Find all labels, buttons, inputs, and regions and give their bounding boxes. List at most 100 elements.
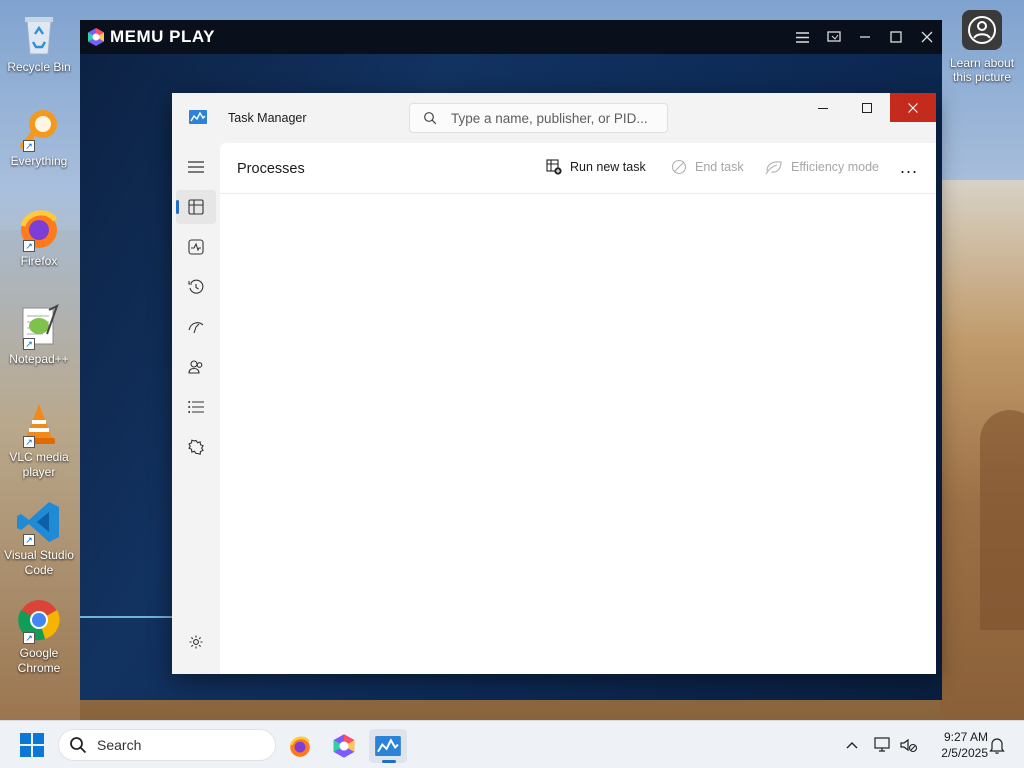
- shortcut-arrow-icon: ↗: [23, 632, 35, 644]
- tray-network[interactable]: [871, 733, 895, 757]
- memu-screen-button[interactable]: [818, 20, 849, 54]
- vscode-icon: ↗: [15, 498, 63, 546]
- startup-icon: [188, 322, 204, 334]
- more-icon: ...: [900, 157, 919, 177]
- memu-screen-streak: [80, 616, 175, 618]
- nav-settings-button[interactable]: [176, 625, 216, 659]
- desktop-icon-label: Notepad++: [9, 352, 69, 366]
- sound-muted-icon: [900, 738, 918, 753]
- nav-users[interactable]: [176, 350, 216, 384]
- memu-maximize-button[interactable]: [880, 20, 911, 54]
- run-new-task-button[interactable]: Run new task: [546, 159, 646, 175]
- efficiency-mode-button[interactable]: Efficiency mode: [765, 159, 879, 175]
- chevron-up-icon: [846, 742, 858, 749]
- memu-hex-icon: [88, 28, 104, 46]
- desktop-icon-vlc[interactable]: ↗ VLC media player: [0, 400, 78, 480]
- nav-performance[interactable]: [176, 230, 216, 264]
- tm-minimize-button[interactable]: [800, 93, 846, 122]
- memu-close-button[interactable]: [911, 20, 942, 54]
- screen-record-icon: [826, 31, 841, 42]
- processes-toolbar: Processes Run new task End task Efficien…: [220, 143, 936, 194]
- nav-hamburger[interactable]: [176, 150, 216, 184]
- performance-icon: [188, 239, 204, 255]
- menu-icon: [796, 31, 809, 43]
- leaf-icon: [765, 161, 782, 175]
- shortcut-arrow-icon: ↗: [23, 140, 35, 152]
- maximize-icon: [889, 31, 902, 43]
- minimize-icon: [859, 36, 870, 38]
- taskbar-firefox[interactable]: [281, 729, 319, 763]
- desktop-icon-label: Recycle Bin: [7, 60, 71, 74]
- task-manager-icon: [375, 736, 401, 756]
- taskbar: Search 9:27 AM 2/5/2025: [0, 720, 1024, 768]
- process-search-input[interactable]: [451, 110, 661, 126]
- memu-titlebar[interactable]: MEMU PLAY: [80, 20, 942, 54]
- clock-time: 9:27 AM: [943, 730, 988, 744]
- wallpaper-bridge-arch: [980, 410, 1024, 630]
- taskbar-memu[interactable]: [325, 729, 363, 763]
- notifications-button[interactable]: [985, 733, 1009, 757]
- process-search-box[interactable]: [409, 103, 668, 133]
- run-new-task-icon: [546, 159, 562, 175]
- nav-processes[interactable]: [176, 190, 216, 224]
- chrome-icon: ↗: [15, 596, 63, 644]
- taskbar-search-label: Search: [97, 737, 142, 753]
- close-icon: [921, 31, 932, 43]
- memu-logo: MEMU PLAY: [86, 27, 215, 47]
- learn-about-label: Learn about this picture: [949, 56, 1015, 84]
- end-task-icon: [671, 159, 687, 175]
- tm-close-button[interactable]: [890, 93, 936, 122]
- desktop-icon-recycle-bin[interactable]: Recycle Bin: [0, 10, 78, 75]
- task-manager-titlebar[interactable]: Task Manager: [172, 93, 936, 143]
- taskbar-search[interactable]: Search: [58, 729, 276, 761]
- firefox-icon: [290, 736, 310, 757]
- memu-menu-button[interactable]: [787, 20, 818, 54]
- more-options-button[interactable]: ...: [900, 157, 918, 178]
- tray-sound[interactable]: [897, 733, 921, 757]
- desktop-icon-chrome[interactable]: ↗ Google Chrome: [0, 596, 78, 676]
- memu-title: MEMU PLAY: [110, 27, 215, 46]
- bell-icon: [989, 738, 1005, 754]
- desktop-icon-label: Firefox: [20, 254, 58, 268]
- desktop-icon-vscode[interactable]: ↗ Visual Studio Code: [0, 498, 78, 578]
- show-hidden-icons-button[interactable]: [840, 733, 864, 757]
- shortcut-arrow-icon: ↗: [23, 534, 35, 546]
- shortcut-arrow-icon: ↗: [23, 338, 35, 350]
- desktop-icon-label: Visual Studio Code: [4, 548, 74, 577]
- task-manager-nav: [172, 143, 220, 674]
- run-new-task-label: Run new task: [570, 160, 646, 174]
- nav-services[interactable]: [176, 430, 216, 464]
- end-task-label: End task: [695, 160, 744, 174]
- history-icon: [188, 279, 204, 294]
- desktop-icon-firefox[interactable]: ↗ Firefox: [0, 204, 78, 269]
- desktop-icon-label: Everything: [10, 154, 68, 168]
- shortcut-arrow-icon: ↗: [23, 240, 35, 252]
- vlc-icon: ↗: [15, 400, 63, 448]
- taskbar-clock[interactable]: 9:27 AM 2/5/2025: [926, 729, 988, 761]
- end-task-button[interactable]: End task: [671, 159, 744, 175]
- search-icon: [70, 737, 87, 754]
- learn-about-picture[interactable]: Learn about this picture: [940, 10, 1024, 84]
- memu-icon: [333, 734, 355, 758]
- memu-minimize-button[interactable]: [849, 20, 880, 54]
- minimize-icon: [818, 107, 828, 109]
- taskbar-task-manager[interactable]: [369, 729, 407, 763]
- firefox-icon: ↗: [15, 204, 63, 252]
- everything-search-icon: ↗: [15, 104, 63, 152]
- network-icon: [874, 737, 890, 752]
- settings-icon: [189, 635, 203, 649]
- close-icon: [908, 102, 918, 113]
- nav-startup-apps[interactable]: [176, 310, 216, 344]
- nav-details[interactable]: [176, 390, 216, 424]
- task-manager-window: Task Manager Type a name, publisher, or …: [172, 93, 936, 674]
- notepad-plus-plus-icon: ↗: [15, 302, 63, 350]
- desktop-icon-notepadpp[interactable]: ↗ Notepad++: [0, 302, 78, 367]
- desktop-icon-everything[interactable]: ↗ Everything: [0, 104, 78, 169]
- nav-app-history[interactable]: [176, 270, 216, 304]
- tm-maximize-button[interactable]: [844, 93, 890, 122]
- recycle-bin-icon: [15, 10, 63, 58]
- search-icon: [424, 112, 437, 125]
- page-title: Processes: [237, 161, 305, 177]
- hamburger-icon: [188, 161, 204, 173]
- start-button[interactable]: [20, 733, 44, 757]
